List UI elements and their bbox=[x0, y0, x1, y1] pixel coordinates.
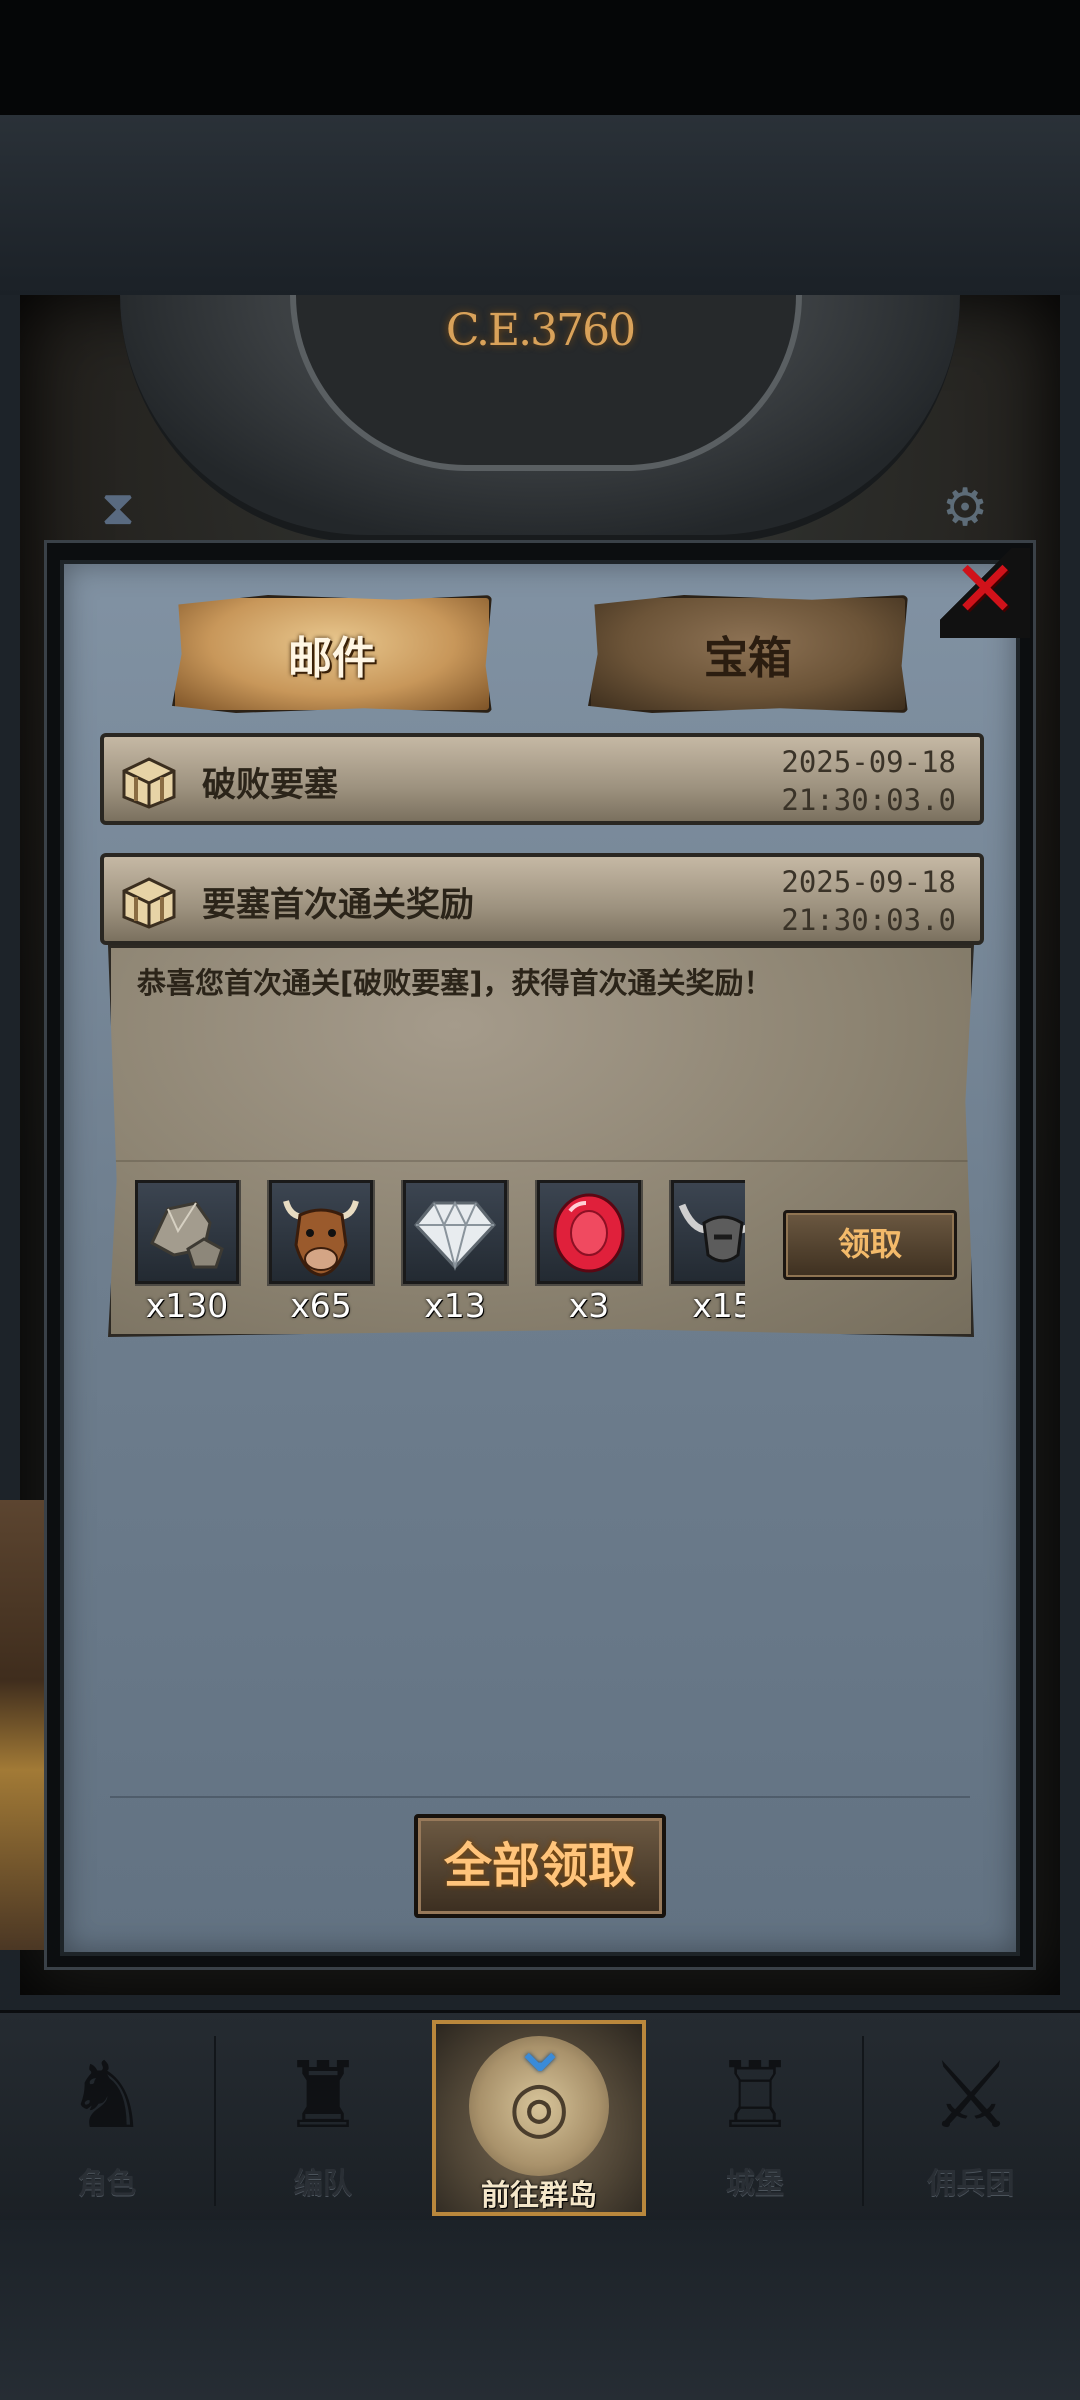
divider bbox=[111, 1160, 971, 1162]
reward-item[interactable]: x13 bbox=[403, 1180, 513, 1325]
stone-ore-icon bbox=[150, 1201, 224, 1269]
mail-time: 21:30:03.0 bbox=[781, 783, 956, 817]
mercenary-icon: ⚔ bbox=[929, 2042, 1013, 2149]
chest-icon bbox=[122, 877, 176, 929]
nav-label: 城堡 bbox=[725, 2166, 784, 2200]
mail-timestamp: 2025-09-18 21:30:03.0 bbox=[781, 743, 956, 819]
knight-icon: ♞ bbox=[65, 2042, 149, 2149]
claim-button[interactable]: 领取 bbox=[783, 1210, 957, 1280]
mail-item-first-clear-reward[interactable]: 要塞首次通关奖励 2025-09-18 21:30:03.0 bbox=[100, 853, 984, 945]
nav-item-castle[interactable]: ♖ 城堡 bbox=[648, 2022, 862, 2214]
chevron-down-icon: ⌄ bbox=[509, 2004, 571, 2088]
reward-item[interactable]: x130 bbox=[135, 1180, 245, 1325]
castle-icon: ♖ bbox=[713, 2042, 797, 2149]
tab-chest[interactable]: 宝箱 bbox=[588, 595, 908, 713]
ox-icon bbox=[283, 1200, 359, 1277]
mail-timestamp: 2025-09-18 21:30:03.0 bbox=[781, 863, 956, 939]
nav-label: 前往群岛 bbox=[480, 2178, 597, 2212]
nav-label: 编队 bbox=[293, 2166, 352, 2200]
reward-item[interactable]: x15 bbox=[671, 1180, 745, 1325]
reward-quantity: x13 bbox=[424, 1286, 486, 1325]
squad-icon: ♜ bbox=[281, 2042, 365, 2149]
reward-quantity: x15 bbox=[692, 1286, 745, 1325]
horned-helmet-icon bbox=[678, 1203, 745, 1263]
reward-list: x130 x65 x13 x3 x15 bbox=[135, 1180, 745, 1326]
top-band bbox=[0, 115, 1080, 295]
hourglass-icon: ⧗ bbox=[101, 480, 135, 536]
reward-item[interactable]: x3 bbox=[537, 1180, 647, 1325]
nav-item-character[interactable]: ♞ 角色 bbox=[0, 2022, 214, 2214]
mail-date: 2025-09-18 bbox=[781, 745, 956, 779]
mail-title: 破败要塞 bbox=[202, 765, 338, 805]
reward-quantity: x130 bbox=[145, 1286, 229, 1325]
reward-quantity: x65 bbox=[290, 1286, 352, 1325]
close-x-icon[interactable]: ✕ bbox=[950, 550, 1020, 630]
era-label: C.E.3760 bbox=[445, 305, 636, 356]
nav-item-mercenary[interactable]: ⚔ 佣兵团 bbox=[864, 2022, 1078, 2214]
claim-all-button[interactable]: 全部领取 bbox=[414, 1814, 666, 1918]
nav-item-formation[interactable]: ♜ 编队 bbox=[216, 2022, 430, 2214]
mail-item-ruined-fortress[interactable]: 破败要塞 2025-09-18 21:30:03.0 bbox=[100, 733, 984, 825]
chest-icon bbox=[122, 757, 176, 809]
ruby-icon bbox=[553, 1193, 625, 1273]
status-bar bbox=[0, 0, 1080, 115]
nav-label: 佣兵团 bbox=[927, 2166, 1015, 2200]
tab-mail[interactable]: 邮件 bbox=[172, 595, 492, 713]
mail-body: 恭喜您首次通关[破败要塞]，获得首次通关奖励！ x130 x65 x13 x3 … bbox=[108, 945, 974, 1337]
mail-message: 恭喜您首次通关[破败要塞]，获得首次通关奖励！ bbox=[137, 966, 773, 1000]
nav-label: 角色 bbox=[77, 2166, 136, 2200]
mail-time: 21:30:03.0 bbox=[781, 903, 956, 937]
divider bbox=[110, 1796, 970, 1798]
diamond-icon bbox=[414, 1200, 496, 1271]
system-nav-area bbox=[0, 2220, 1080, 2400]
reward-quantity: x3 bbox=[568, 1286, 610, 1325]
gear-icon: ⚙ bbox=[941, 478, 989, 538]
side-panel-edge bbox=[0, 1500, 44, 1950]
mail-date: 2025-09-18 bbox=[781, 865, 956, 899]
mail-title: 要塞首次通关奖励 bbox=[202, 885, 474, 925]
reward-item[interactable]: x65 bbox=[269, 1180, 379, 1325]
